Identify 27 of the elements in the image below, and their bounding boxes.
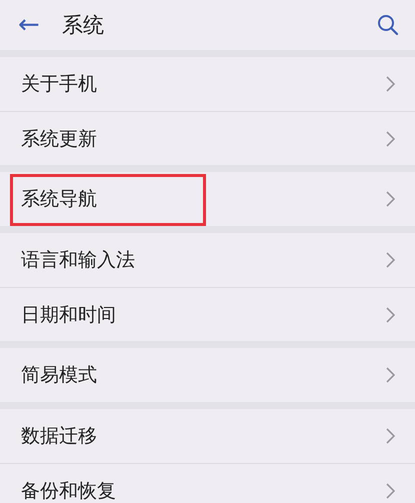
item-label: 关于手机 bbox=[21, 72, 97, 97]
settings-item[interactable]: 数据迁移 bbox=[0, 409, 415, 463]
chevron-icon bbox=[386, 130, 395, 146]
chevron-icon bbox=[386, 76, 395, 92]
item-label: 语言和输入法 bbox=[21, 248, 135, 273]
search-icon[interactable] bbox=[377, 14, 399, 36]
item-label: 日期和时间 bbox=[21, 302, 116, 328]
chevron-icon bbox=[386, 191, 395, 207]
chevron-icon bbox=[386, 482, 395, 498]
item-label: 系统导航 bbox=[21, 187, 97, 212]
chevron-icon bbox=[386, 428, 395, 444]
page-title: 系统 bbox=[62, 12, 105, 39]
chevron-icon bbox=[386, 252, 395, 268]
settings-item[interactable]: 系统更新 bbox=[0, 111, 415, 165]
chevron-icon bbox=[386, 306, 395, 322]
settings-item[interactable]: 备份和恢复 bbox=[0, 463, 415, 503]
settings-item[interactable]: 语言和输入法 bbox=[0, 233, 415, 287]
chevron-icon bbox=[386, 367, 395, 383]
item-label: 备份和恢复 bbox=[21, 478, 116, 503]
back-button[interactable]: ← bbox=[18, 12, 40, 38]
item-label: 数据迁移 bbox=[21, 424, 97, 449]
settings-item[interactable]: 关于手机 bbox=[0, 57, 415, 111]
settings-item[interactable]: 系统导航 bbox=[0, 172, 415, 226]
item-label: 简易模式 bbox=[21, 363, 97, 388]
item-label: 系统更新 bbox=[21, 126, 97, 152]
settings-item[interactable]: 日期和时间 bbox=[0, 287, 415, 341]
settings-item[interactable]: 简易模式 bbox=[0, 348, 415, 402]
